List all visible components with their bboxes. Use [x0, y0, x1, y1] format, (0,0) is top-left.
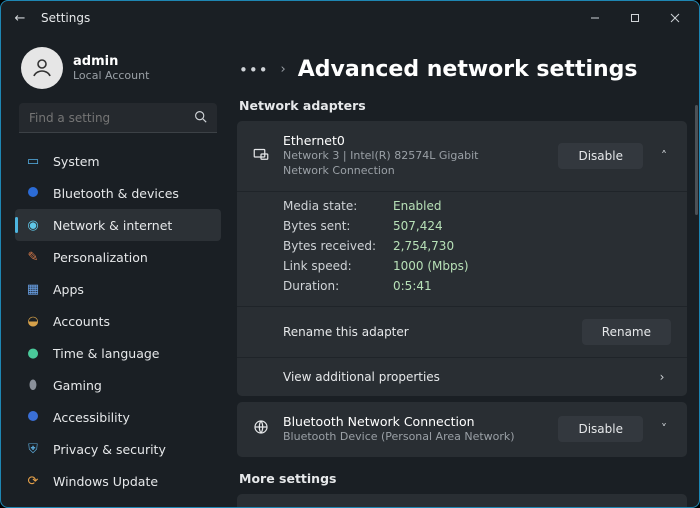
adapter-ethernet-header[interactable]: Ethernet0 Network 3 | Intel(R) 82574L Gi… [237, 121, 687, 191]
adapter-subtitle: Network 3 | Intel(R) 82574L Gigabit Netw… [283, 149, 523, 179]
chevron-up-icon[interactable]: ˄ [655, 149, 673, 163]
search-box[interactable] [19, 103, 217, 133]
nav-label: Bluetooth & devices [53, 186, 179, 201]
kv-val: 2,754,730 [393, 239, 454, 253]
maximize-button[interactable] [615, 4, 655, 32]
kv-key: Media state: [283, 199, 393, 213]
scrollbar-thumb[interactable] [695, 105, 698, 215]
nav-network[interactable]: ◉ Network & internet [15, 209, 221, 241]
nav-label: Privacy & security [53, 442, 166, 457]
disable-button[interactable]: Disable [558, 416, 643, 442]
globe-icon: ● [25, 346, 41, 361]
section-adapters: Network adapters [239, 98, 685, 113]
nav-time[interactable]: ● Time & language [15, 337, 221, 369]
nav-label: Network & internet [53, 218, 172, 233]
chevron-down-icon[interactable]: ˅ [655, 422, 673, 436]
back-button[interactable]: ← [5, 11, 35, 26]
user-block[interactable]: admin Local Account [21, 47, 221, 89]
adapter-bluetooth-header[interactable]: Bluetooth Network Connection Bluetooth D… [237, 402, 687, 457]
nav-label: Personalization [53, 250, 148, 265]
apps-icon: ▦ [25, 282, 41, 297]
brush-icon: ✎ [25, 250, 41, 265]
rename-label: Rename this adapter [283, 325, 409, 339]
adapter-subtitle: Bluetooth Device (Personal Area Network) [283, 430, 523, 445]
search-icon [194, 110, 207, 126]
wifi-icon: ◉ [25, 218, 41, 233]
nav-apps[interactable]: ▦ Apps [15, 273, 221, 305]
main-content[interactable]: ••• › Advanced network settings Network … [227, 35, 699, 507]
page-title: Advanced network settings [298, 57, 638, 82]
adapter-bluetooth: Bluetooth Network Connection Bluetooth D… [237, 402, 687, 457]
gaming-icon: ⬮ [25, 378, 41, 393]
nav-label: Accessibility [53, 410, 130, 425]
nav-label: Windows Update [53, 474, 158, 489]
adapter-title: Ethernet0 [283, 133, 546, 148]
kv-key: Bytes sent: [283, 219, 393, 233]
kv-key: Bytes received: [283, 239, 393, 253]
nav-label: Accounts [53, 314, 110, 329]
breadcrumb-more[interactable]: ••• [239, 61, 269, 79]
kv-val: Enabled [393, 199, 442, 213]
ethernet-icon [251, 145, 271, 167]
adapter-ethernet: Ethernet0 Network 3 | Intel(R) 82574L Gi… [237, 121, 687, 396]
user-type: Local Account [73, 69, 149, 82]
data-usage-row[interactable]: Data usage › [237, 494, 687, 507]
nav-label: Gaming [53, 378, 102, 393]
nav-label: System [53, 154, 100, 169]
minimize-button[interactable] [575, 4, 615, 32]
adapter-title: Bluetooth Network Connection [283, 414, 546, 429]
rename-row: Rename this adapter Rename [237, 306, 687, 357]
chevron-right-icon: › [281, 62, 286, 77]
titlebar: ← Settings [1, 1, 699, 35]
shield-icon: ⛨ [25, 442, 41, 457]
kv-key: Link speed: [283, 259, 393, 273]
viewprops-label: View additional properties [283, 370, 440, 384]
sidebar: admin Local Account ▭ System Bluetooth &… [1, 35, 227, 507]
nav-list: ▭ System Bluetooth & devices ◉ Network &… [15, 145, 221, 497]
view-properties-row[interactable]: View additional properties › [237, 357, 687, 396]
kv-key: Duration: [283, 279, 393, 293]
settings-window: ← Settings admin Local Account [0, 0, 700, 508]
disable-button[interactable]: Disable [558, 143, 643, 169]
close-button[interactable] [655, 4, 695, 32]
kv-val: 507,424 [393, 219, 443, 233]
rename-button[interactable]: Rename [582, 319, 671, 345]
nav-label: Apps [53, 282, 84, 297]
system-icon: ▭ [25, 154, 41, 169]
nav-personalization[interactable]: ✎ Personalization [15, 241, 221, 273]
breadcrumb: ••• › Advanced network settings [239, 57, 687, 82]
nav-accessibility[interactable]: Accessibility [15, 401, 221, 433]
chevron-right-icon: › [653, 370, 671, 384]
kv-val: 0:5:41 [393, 279, 432, 293]
nav-update[interactable]: ⟳ Windows Update [15, 465, 221, 497]
nav-accounts[interactable]: ◒ Accounts [15, 305, 221, 337]
window-title: Settings [35, 11, 90, 25]
accessibility-icon [25, 410, 41, 425]
avatar [21, 47, 63, 89]
chevron-right-icon: › [655, 506, 673, 507]
section-more: More settings [239, 471, 685, 486]
person-icon: ◒ [25, 314, 41, 329]
user-name: admin [73, 54, 149, 69]
nav-gaming[interactable]: ⬮ Gaming [15, 369, 221, 401]
update-icon: ⟳ [25, 474, 41, 489]
bluetooth-icon [25, 186, 41, 201]
nav-privacy[interactable]: ⛨ Privacy & security [15, 433, 221, 465]
kv-val: 1000 (Mbps) [393, 259, 469, 273]
adapter-details: Media state:Enabled Bytes sent:507,424 B… [237, 191, 687, 306]
nav-bluetooth[interactable]: Bluetooth & devices [15, 177, 221, 209]
bluetooth-network-icon [251, 418, 271, 440]
nav-system[interactable]: ▭ System [15, 145, 221, 177]
nav-label: Time & language [53, 346, 159, 361]
data-usage-label: Data usage [251, 506, 643, 507]
search-input[interactable] [29, 111, 194, 125]
